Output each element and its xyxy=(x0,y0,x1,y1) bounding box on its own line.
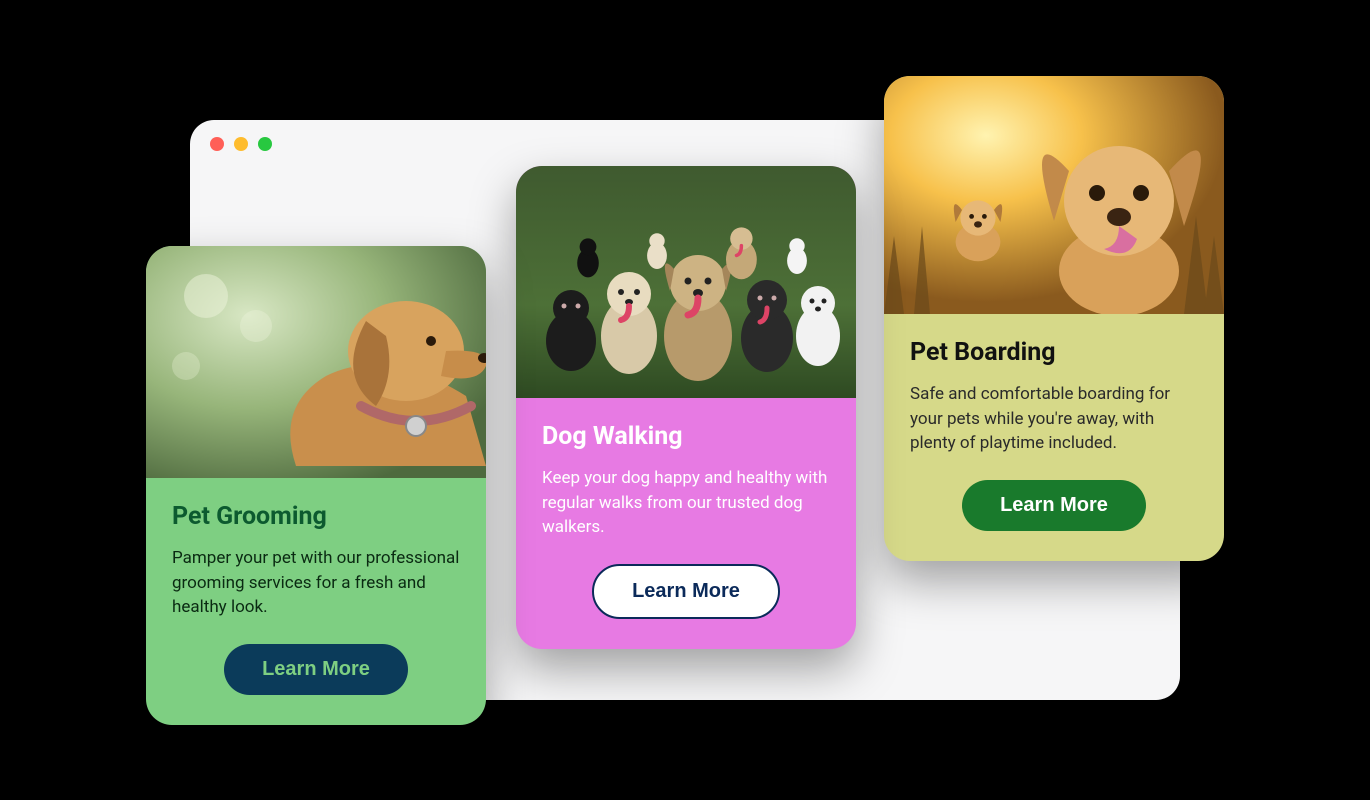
card-dog-walking: Dog Walking Keep your dog happy and heal… xyxy=(516,166,856,649)
card-title: Pet Boarding xyxy=(910,338,1198,368)
boarding-photo xyxy=(884,76,1224,314)
card-pet-boarding: Pet Boarding Safe and comfortable boardi… xyxy=(884,76,1224,561)
learn-more-button[interactable]: Learn More xyxy=(224,644,408,695)
card-title: Pet Grooming xyxy=(172,502,460,532)
minimize-icon[interactable] xyxy=(234,137,248,151)
card-description: Pamper your pet with our professional gr… xyxy=(172,546,460,620)
card-body: Pet Boarding Safe and comfortable boardi… xyxy=(884,314,1224,561)
card-description: Safe and comfortable boarding for your p… xyxy=(910,382,1198,456)
learn-more-button[interactable]: Learn More xyxy=(962,480,1146,531)
card-description: Keep your dog happy and healthy with reg… xyxy=(542,466,830,540)
walking-photo xyxy=(516,166,856,398)
learn-more-button[interactable]: Learn More xyxy=(592,564,780,619)
card-pet-grooming: Pet Grooming Pamper your pet with our pr… xyxy=(146,246,486,725)
card-body: Dog Walking Keep your dog happy and heal… xyxy=(516,398,856,649)
card-body: Pet Grooming Pamper your pet with our pr… xyxy=(146,478,486,725)
grooming-photo xyxy=(146,246,486,478)
zoom-icon[interactable] xyxy=(258,137,272,151)
card-title: Dog Walking xyxy=(542,422,830,452)
close-icon[interactable] xyxy=(210,137,224,151)
